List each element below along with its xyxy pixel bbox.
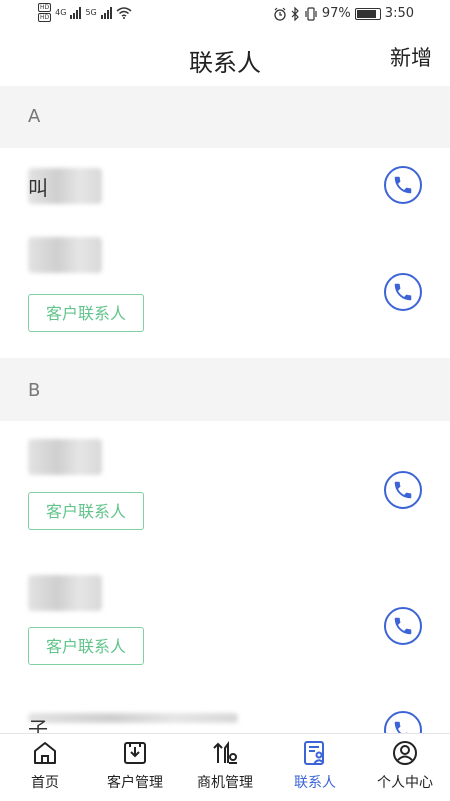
status-right: 97% 3:50 bbox=[273, 6, 414, 21]
network2-label: 5G bbox=[85, 8, 97, 17]
tab-customer-manage[interactable]: 客户管理 bbox=[90, 734, 180, 801]
contact-name: 叫 bbox=[28, 176, 48, 200]
customer-contact-tag: 客户联系人 bbox=[28, 294, 144, 332]
contacts-icon bbox=[304, 741, 325, 765]
bottom-nav: 首页 客户管理 商机管理 联系人 个人中心 bbox=[0, 733, 450, 801]
section-header-a: A bbox=[0, 86, 450, 148]
call-button[interactable] bbox=[384, 471, 422, 509]
user-center-icon bbox=[393, 741, 417, 765]
phone-icon bbox=[394, 283, 412, 301]
tab-label: 客户管理 bbox=[107, 775, 163, 791]
contact-row[interactable]: 子 bbox=[0, 693, 450, 733]
call-button[interactable] bbox=[384, 711, 422, 733]
section-letter: B bbox=[28, 380, 41, 401]
tab-label: 首页 bbox=[31, 775, 59, 791]
tab-user-center[interactable]: 个人中心 bbox=[360, 734, 450, 801]
status-bar: HD HD 4G 5G 97% 3:50 bbox=[0, 0, 450, 30]
contact-row[interactable]: 客户联系人 bbox=[0, 223, 450, 358]
bluetooth-icon bbox=[291, 6, 299, 21]
contact-name-redacted bbox=[28, 439, 102, 475]
customer-contact-tag: 客户联系人 bbox=[28, 492, 144, 530]
sim2-label: HD bbox=[38, 13, 52, 22]
phone-icon bbox=[394, 721, 408, 733]
clock: 3:50 bbox=[384, 6, 414, 21]
phone-icon bbox=[394, 481, 412, 499]
signal1-icon bbox=[70, 6, 82, 19]
customer-manage-icon bbox=[124, 742, 146, 764]
battery-icon bbox=[354, 7, 381, 20]
phone-icon bbox=[394, 176, 412, 194]
call-button[interactable] bbox=[384, 273, 422, 311]
battery-level bbox=[356, 9, 376, 18]
home-icon bbox=[34, 742, 56, 764]
tab-label: 联系人 bbox=[294, 775, 336, 791]
tab-home[interactable]: 首页 bbox=[0, 734, 90, 801]
add-contact-button[interactable]: 新增 bbox=[390, 42, 432, 72]
contact-row[interactable]: 客户联系人 bbox=[0, 421, 450, 558]
sim-indicators: HD HD bbox=[38, 3, 52, 22]
vibrate-icon bbox=[305, 6, 317, 21]
call-button[interactable] bbox=[384, 166, 422, 204]
contact-row[interactable]: 客户联系人 bbox=[0, 557, 450, 694]
battery-percent: 97% bbox=[321, 6, 351, 21]
page-title: 联系人 bbox=[189, 49, 261, 77]
sim1-label: HD bbox=[38, 3, 52, 12]
contact-name-redacted bbox=[28, 237, 102, 273]
status-left: HD HD 4G 5G bbox=[38, 3, 132, 22]
contact-row[interactable]: 叫 bbox=[0, 148, 450, 224]
tab-opportunity[interactable]: 商机管理 bbox=[180, 734, 270, 801]
contact-name-redacted bbox=[28, 575, 102, 611]
opportunity-icon bbox=[213, 741, 237, 764]
customer-contact-tag: 客户联系人 bbox=[28, 627, 144, 665]
contact-name: 子 bbox=[28, 717, 48, 733]
network1-label: 4G bbox=[55, 8, 67, 17]
section-header-b: B bbox=[0, 358, 450, 421]
call-button[interactable] bbox=[384, 607, 422, 645]
alarm-icon bbox=[274, 7, 286, 21]
contact-name-redacted bbox=[28, 713, 238, 723]
tab-contacts[interactable]: 联系人 bbox=[270, 734, 360, 801]
phone-icon bbox=[394, 617, 412, 635]
signal2-icon bbox=[100, 6, 112, 19]
section-letter: A bbox=[28, 106, 41, 127]
wifi-icon bbox=[116, 6, 132, 19]
app-header: 联系人 新增 bbox=[0, 30, 450, 86]
tab-label: 个人中心 bbox=[377, 775, 433, 791]
tab-label: 商机管理 bbox=[197, 775, 253, 791]
